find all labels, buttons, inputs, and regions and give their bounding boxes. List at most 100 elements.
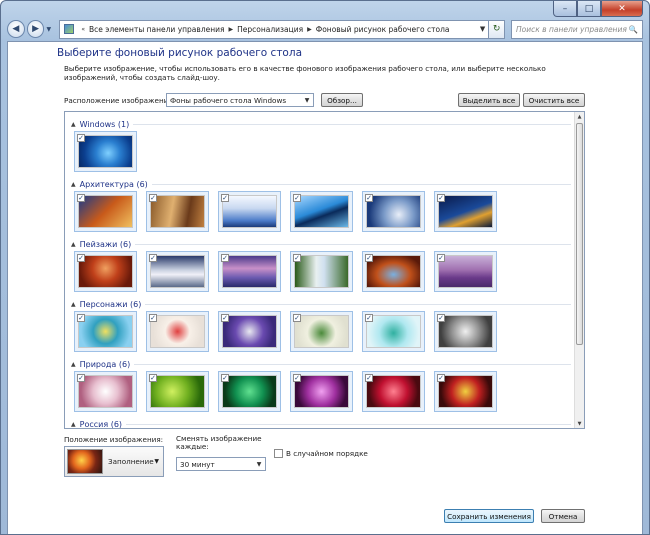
wallpaper-tile[interactable]: ✓ bbox=[434, 371, 497, 412]
tile-checkbox[interactable]: ✓ bbox=[437, 194, 445, 202]
tile-checkbox[interactable]: ✓ bbox=[77, 194, 85, 202]
tile-checkbox[interactable]: ✓ bbox=[437, 254, 445, 262]
tile-checkbox[interactable]: ✓ bbox=[149, 194, 157, 202]
wallpaper-tile[interactable]: ✓ bbox=[362, 311, 425, 352]
history-dropdown-icon[interactable]: ▼ bbox=[46, 26, 56, 33]
wallpaper-tile[interactable]: ✓ bbox=[290, 311, 353, 352]
interval-select-value: 30 минут bbox=[180, 459, 215, 469]
tile-checkbox[interactable]: ✓ bbox=[77, 314, 85, 322]
tile-checkbox[interactable]: ✓ bbox=[77, 134, 85, 142]
tile-checkbox[interactable]: ✓ bbox=[365, 374, 373, 382]
group-header[interactable]: ▲ Россия (6) bbox=[71, 418, 571, 428]
wallpaper-tile[interactable]: ✓ bbox=[218, 191, 281, 232]
group-name: Архитектура (6) bbox=[79, 179, 148, 189]
tile-checkbox[interactable]: ✓ bbox=[149, 254, 157, 262]
refresh-button[interactable]: ↻ bbox=[489, 19, 506, 39]
chevron-down-icon: ▼ bbox=[154, 458, 159, 465]
minimize-button[interactable]: – bbox=[553, 1, 577, 17]
position-select-value: Заполнение bbox=[108, 457, 154, 466]
address-dropdown-icon[interactable]: ▼ bbox=[480, 25, 485, 33]
wallpaper-tile[interactable]: ✓ bbox=[146, 371, 209, 412]
tile-checkbox[interactable]: ✓ bbox=[437, 374, 445, 382]
collapse-triangle-icon[interactable]: ▲ bbox=[71, 421, 76, 428]
collapse-triangle-icon[interactable]: ▲ bbox=[71, 301, 76, 308]
tile-checkbox[interactable]: ✓ bbox=[221, 194, 229, 202]
wallpaper-tile[interactable]: ✓ bbox=[74, 191, 137, 232]
breadcrumb-separator-icon[interactable]: ▶ bbox=[307, 26, 312, 33]
group-russia: ▲ Россия (6) bbox=[71, 418, 571, 428]
tile-checkbox[interactable]: ✓ bbox=[77, 374, 85, 382]
select-all-button[interactable]: Выделить все bbox=[458, 93, 520, 107]
browse-button[interactable]: Обзор... bbox=[321, 93, 363, 107]
tile-checkbox[interactable]: ✓ bbox=[221, 374, 229, 382]
collapse-triangle-icon[interactable]: ▲ bbox=[71, 121, 76, 128]
collapse-triangle-icon[interactable]: ▲ bbox=[71, 241, 76, 248]
shuffle-checkbox[interactable] bbox=[274, 449, 283, 458]
tile-checkbox[interactable]: ✓ bbox=[365, 314, 373, 322]
interval-select[interactable]: 30 минут ▼ bbox=[176, 457, 266, 471]
group-header[interactable]: ▲ Архитектура (6) bbox=[71, 178, 571, 190]
back-button[interactable]: ◀ bbox=[7, 20, 25, 38]
breadcrumb-item[interactable]: Все элементы панели управления bbox=[89, 25, 225, 34]
maximize-button[interactable]: □ bbox=[577, 1, 601, 17]
position-select[interactable]: Заполнение ▼ bbox=[64, 446, 164, 477]
tile-checkbox[interactable]: ✓ bbox=[365, 194, 373, 202]
wallpaper-tile[interactable]: ✓ bbox=[434, 311, 497, 352]
shuffle-label[interactable]: В случайном порядке bbox=[286, 449, 368, 458]
wallpaper-tile[interactable]: ✓ bbox=[290, 251, 353, 292]
wallpaper-tile[interactable]: ✓ bbox=[218, 251, 281, 292]
wallpaper-tile[interactable]: ✓ bbox=[146, 251, 209, 292]
group-nature: ▲ Природа (6) ✓ ✓ ✓ ✓ ✓ ✓ bbox=[71, 358, 571, 418]
scrollbar-thumb[interactable] bbox=[576, 123, 583, 345]
forward-button[interactable]: ▶ bbox=[26, 20, 45, 38]
group-header[interactable]: ▲ Природа (6) bbox=[71, 358, 571, 370]
vertical-scrollbar[interactable]: ▲ ▼ bbox=[574, 112, 584, 428]
search-input[interactable]: Поиск в панели управления 🔍 bbox=[511, 19, 643, 39]
tile-checkbox[interactable]: ✓ bbox=[365, 254, 373, 262]
address-bar[interactable]: « Все элементы панели управления ▶ Персо… bbox=[59, 19, 490, 39]
save-changes-button[interactable]: Сохранить изменения bbox=[444, 509, 534, 523]
tile-checkbox[interactable]: ✓ bbox=[293, 254, 301, 262]
tile-checkbox[interactable]: ✓ bbox=[221, 254, 229, 262]
wallpaper-tile[interactable]: ✓ bbox=[74, 311, 137, 352]
wallpaper-tile[interactable]: ✓ bbox=[218, 311, 281, 352]
wallpaper-tile[interactable]: ✓ bbox=[362, 191, 425, 232]
wallpaper-tile[interactable]: ✓ bbox=[74, 371, 137, 412]
breadcrumb-separator-icon[interactable]: « bbox=[81, 26, 85, 33]
tile-checkbox[interactable]: ✓ bbox=[293, 194, 301, 202]
wallpaper-tile[interactable]: ✓ bbox=[362, 251, 425, 292]
wallpaper-tile[interactable]: ✓ bbox=[434, 191, 497, 232]
tile-checkbox[interactable]: ✓ bbox=[437, 314, 445, 322]
tile-checkbox[interactable]: ✓ bbox=[149, 374, 157, 382]
group-header[interactable]: ▲ Пейзажи (6) bbox=[71, 238, 571, 250]
location-label: Расположение изображения: bbox=[64, 96, 175, 105]
breadcrumb-item[interactable]: Персонализация bbox=[237, 25, 303, 34]
wallpaper-tile[interactable]: ✓ bbox=[362, 371, 425, 412]
wallpaper-tile[interactable]: ✓ bbox=[74, 251, 137, 292]
close-button[interactable]: ✕ bbox=[601, 1, 643, 17]
wallpaper-tile[interactable]: ✓ bbox=[290, 191, 353, 232]
clear-all-button[interactable]: Очистить все bbox=[523, 93, 585, 107]
scroll-down-icon[interactable]: ▼ bbox=[575, 419, 584, 428]
collapse-triangle-icon[interactable]: ▲ bbox=[71, 181, 76, 188]
tile-checkbox[interactable]: ✓ bbox=[77, 254, 85, 262]
group-divider bbox=[151, 183, 571, 185]
wallpaper-tile[interactable]: ✓ bbox=[74, 131, 137, 172]
group-header[interactable]: ▲ Windows (1) bbox=[71, 118, 571, 130]
tile-checkbox[interactable]: ✓ bbox=[293, 314, 301, 322]
scroll-up-icon[interactable]: ▲ bbox=[575, 112, 584, 121]
tile-checkbox[interactable]: ✓ bbox=[293, 374, 301, 382]
tile-checkbox[interactable]: ✓ bbox=[221, 314, 229, 322]
collapse-triangle-icon[interactable]: ▲ bbox=[71, 361, 76, 368]
wallpaper-tile[interactable]: ✓ bbox=[218, 371, 281, 412]
wallpaper-tile[interactable]: ✓ bbox=[290, 371, 353, 412]
wallpaper-tile[interactable]: ✓ bbox=[146, 311, 209, 352]
cancel-button[interactable]: Отмена bbox=[541, 509, 585, 523]
group-header[interactable]: ▲ Персонажи (6) bbox=[71, 298, 571, 310]
breadcrumb-separator-icon[interactable]: ▶ bbox=[229, 26, 234, 33]
wallpaper-tile[interactable]: ✓ bbox=[434, 251, 497, 292]
wallpaper-tile[interactable]: ✓ bbox=[146, 191, 209, 232]
breadcrumb-item[interactable]: Фоновый рисунок рабочего стола bbox=[316, 25, 450, 34]
location-select[interactable]: Фоны рабочего стола Windows ▼ bbox=[166, 93, 314, 107]
tile-checkbox[interactable]: ✓ bbox=[149, 314, 157, 322]
